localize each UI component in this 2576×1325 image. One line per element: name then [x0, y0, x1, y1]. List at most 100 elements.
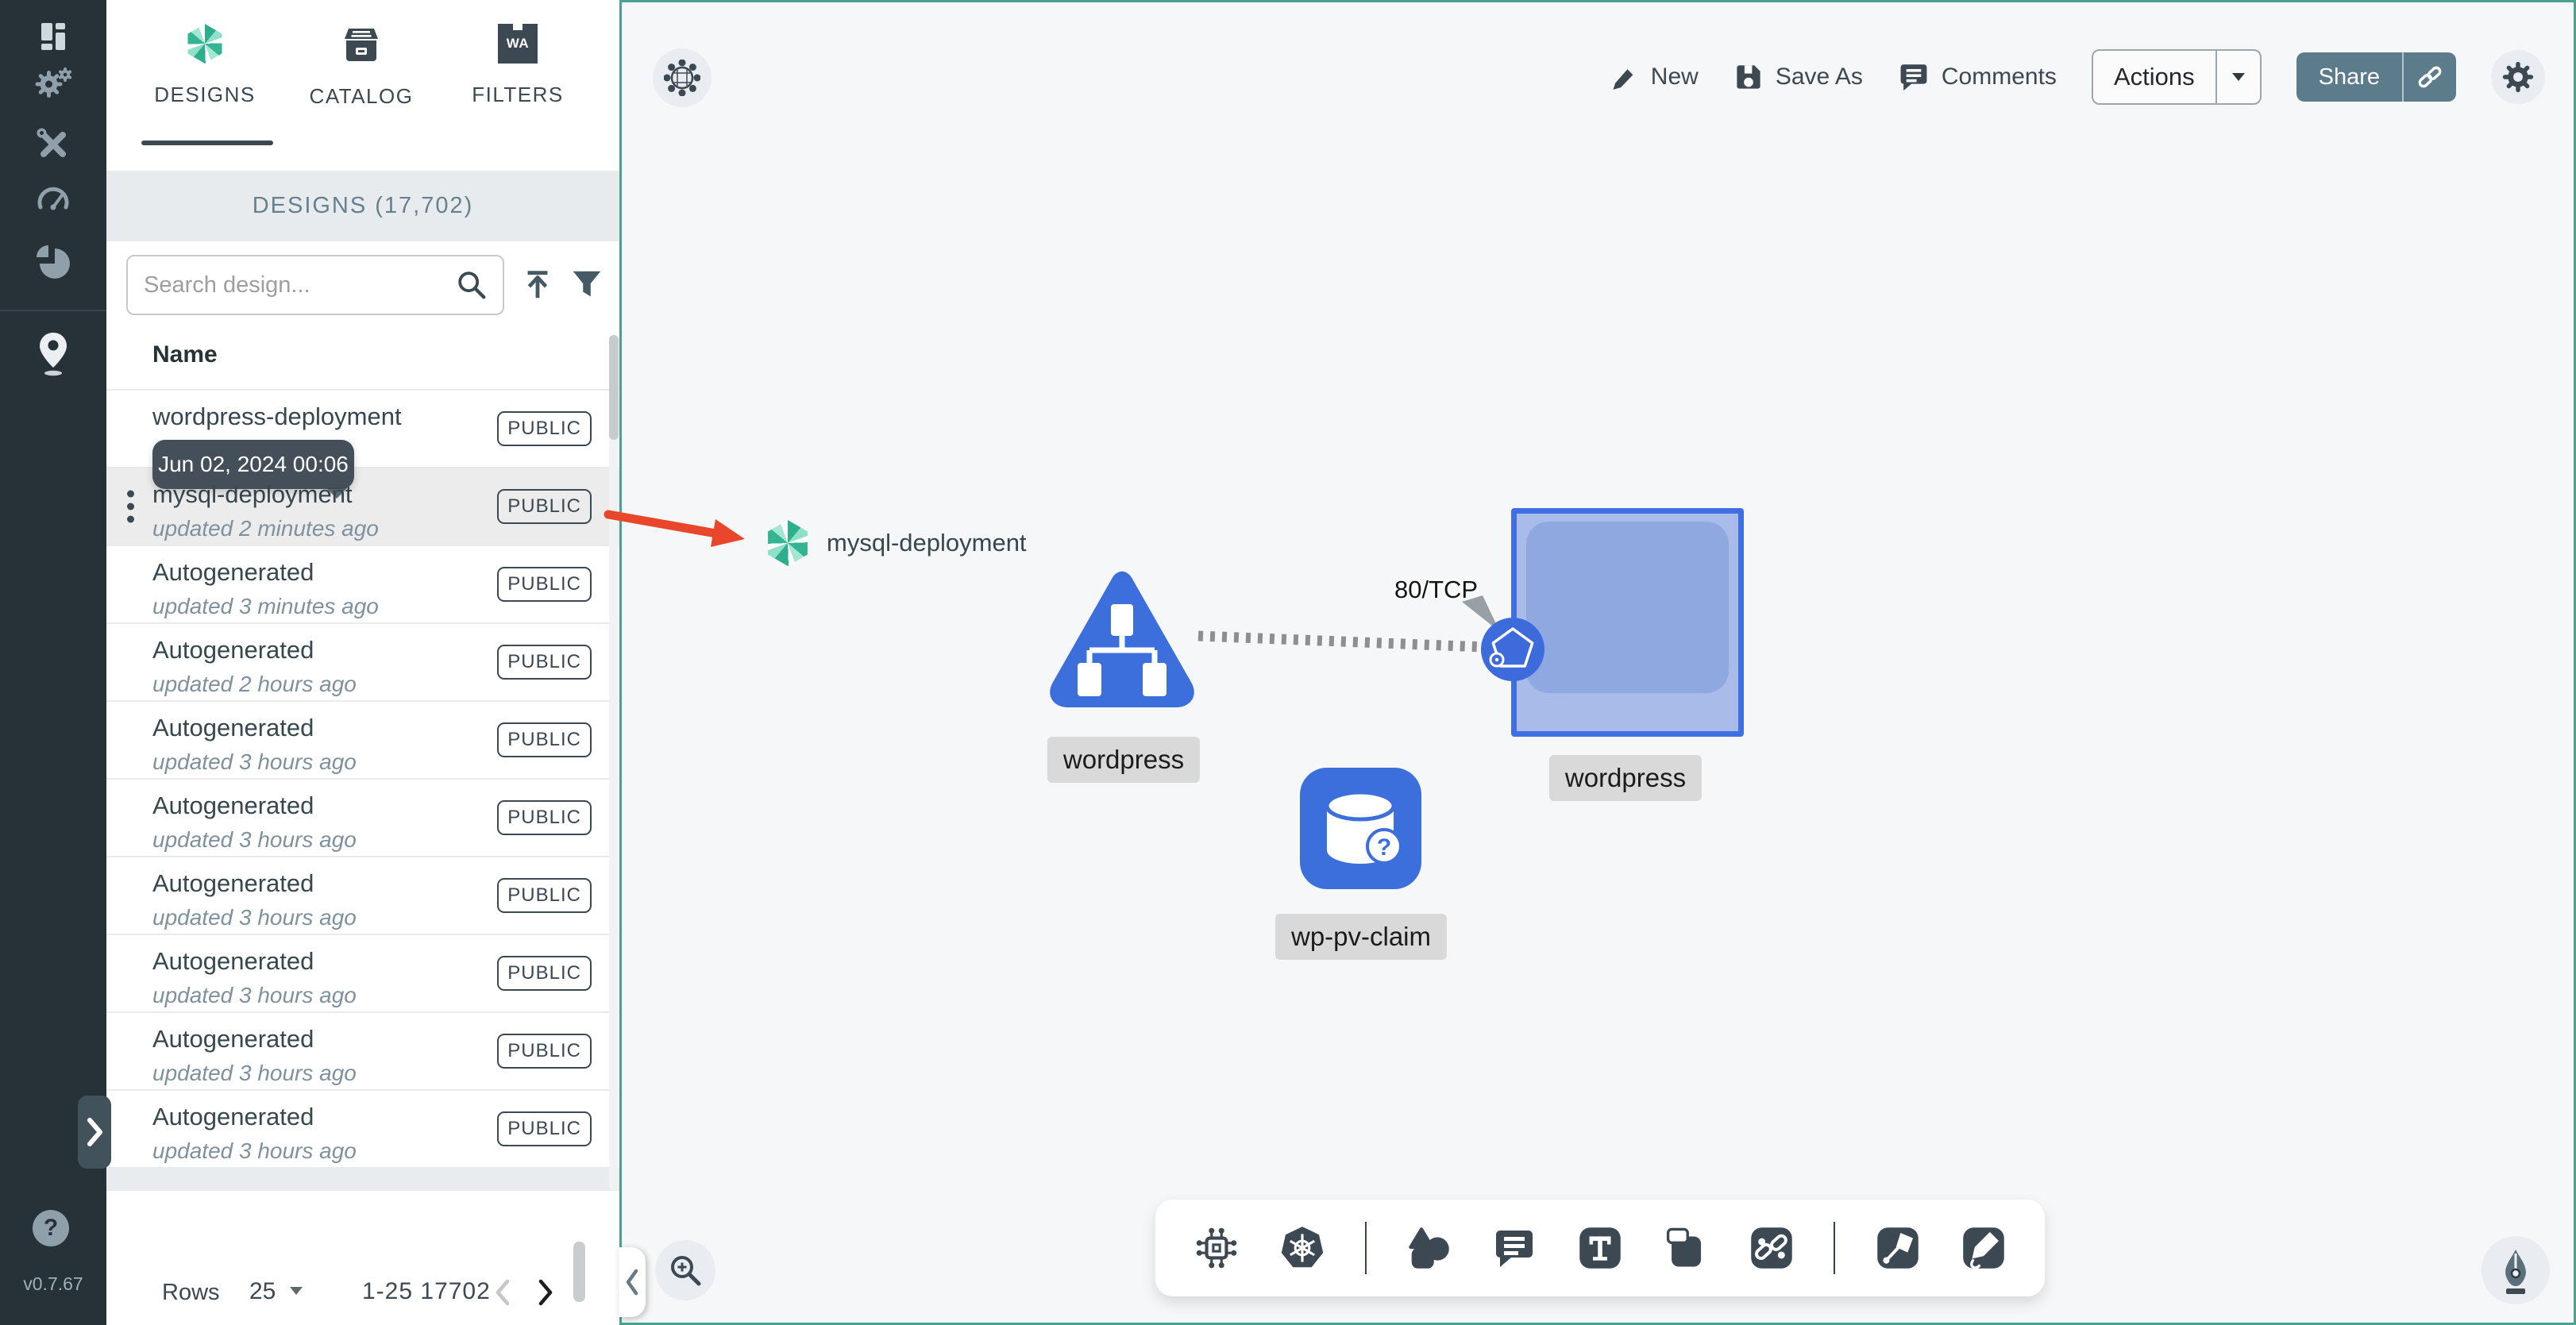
comments-button-label: Comments: [1941, 64, 2057, 90]
edge-port-label: 80/TCP: [1394, 576, 1479, 603]
design-row[interactable]: Autogenerated updated 3 hours ago PUBLIC: [106, 935, 619, 1013]
panel-collapse-flap[interactable]: [619, 1247, 646, 1317]
design-canvas[interactable]: New Save As Comments Actions Share mysql…: [619, 0, 2576, 1325]
design-row[interactable]: Autogenerated updated 3 hours ago PUBLIC: [106, 1013, 619, 1091]
wordpress-deployment-node[interactable]: [1511, 508, 1744, 737]
design-row[interactable]: Autogenerated updated 3 hours ago PUBLIC: [106, 780, 619, 857]
shapes-icon: [1409, 1227, 1450, 1269]
node-shape-tool[interactable]: [1663, 1225, 1709, 1271]
chevron-left-icon: [496, 1279, 510, 1306]
next-page-button[interactable]: [535, 1275, 556, 1314]
copy-link-button[interactable]: [2402, 52, 2456, 102]
share-split-button[interactable]: Share: [2296, 52, 2456, 102]
catalog-archive-icon: [345, 29, 378, 61]
design-row[interactable]: Autogenerated updated 2 hours ago PUBLIC: [106, 624, 619, 702]
layout-hub-button[interactable]: [653, 48, 711, 107]
publish-icon: [527, 271, 548, 299]
pen-mode-button[interactable]: [2482, 1236, 2550, 1304]
rows-per-page-select[interactable]: 25: [249, 1278, 276, 1305]
save-as-button[interactable]: Save As: [1733, 62, 1863, 92]
design-list: wordpress-deployment PUBLIC mysql-deployme…: [106, 389, 619, 1169]
gears-icon: [35, 67, 72, 98]
chevron-right-icon: [538, 1279, 553, 1306]
comment-icon: [1496, 1231, 1533, 1267]
visibility-badge: PUBLIC: [497, 645, 592, 680]
list-scrollbar-thumb[interactable]: [609, 335, 619, 440]
tab-catalog-label: CATALOG: [309, 84, 414, 108]
node-label: wordpress: [1047, 737, 1201, 783]
visibility-badge: PUBLIC: [497, 411, 592, 446]
design-row[interactable]: Autogenerated updated 3 hours ago PUBLIC: [106, 1091, 619, 1169]
visibility-badge: PUBLIC: [497, 567, 592, 602]
actions-button-label[interactable]: Actions: [2093, 51, 2215, 103]
service-edge[interactable]: [1197, 630, 1485, 653]
edge-draw-tool[interactable]: [1875, 1225, 1921, 1271]
filter-list-button[interactable]: [569, 267, 605, 303]
tab-filters[interactable]: WA FILTERS: [442, 24, 593, 107]
search-input[interactable]: [126, 255, 504, 315]
tab-designs-label: DESIGNS: [154, 83, 256, 106]
sidebar-item-configuration[interactable]: [33, 124, 74, 165]
meshery-logo-icon: [768, 520, 808, 566]
tab-designs[interactable]: DESIGNS: [129, 24, 280, 107]
toolbar-divider: [1834, 1222, 1836, 1274]
pencil-draw-icon: [1963, 1227, 2004, 1269]
sidebar-divider: [0, 310, 106, 311]
design-row[interactable]: Autogenerated updated 3 hours ago PUBLIC: [106, 702, 619, 780]
sidebar-expand-handle[interactable]: [78, 1096, 111, 1169]
chevron-down-icon: [290, 1287, 303, 1295]
kubernetes-tool[interactable]: [1279, 1225, 1325, 1271]
shapes-tool[interactable]: [1406, 1225, 1452, 1271]
link-icon: [2418, 66, 2442, 88]
text-icon: [1579, 1227, 1621, 1269]
updated-date-tooltip: Jun 02, 2024 00:06: [152, 440, 354, 499]
comments-button[interactable]: Comments: [1898, 61, 2057, 93]
actions-split-button[interactable]: Actions: [2091, 49, 2262, 105]
share-button-label[interactable]: Share: [2296, 52, 2402, 102]
port-badge[interactable]: [1481, 618, 1544, 681]
visibility-badge: PUBLIC: [497, 956, 592, 991]
app-sidebar: ? v0.7.67: [0, 0, 111, 1325]
list-scrollbar-track[interactable]: [609, 335, 619, 1191]
prev-page-button[interactable]: [492, 1275, 513, 1314]
kubernetes-icon: [1281, 1227, 1324, 1268]
active-tab-indicator: [141, 141, 273, 145]
zoom-in-button[interactable]: [655, 1240, 715, 1300]
wp-pv-claim-node[interactable]: ?: [1300, 768, 1421, 889]
panel-scrollbar-thumb[interactable]: [573, 1242, 585, 1302]
network-hub-icon: [664, 60, 700, 96]
canvas-design-item[interactable]: mysql-deployment: [765, 520, 1027, 566]
canvas-settings-button[interactable]: [2491, 50, 2545, 104]
link-tool[interactable]: [1749, 1225, 1795, 1271]
sidebar-item-dashboard[interactable]: [33, 16, 74, 57]
sidebar-item-meshmap[interactable]: [33, 329, 74, 378]
edge-pen-icon: [1877, 1227, 1919, 1269]
sidebar-item-lifecycle[interactable]: [33, 64, 74, 105]
filters-wasm-icon: WA: [498, 24, 538, 64]
help-button[interactable]: ?: [33, 1210, 69, 1246]
actions-dropdown-toggle[interactable]: [2215, 51, 2260, 103]
design-row[interactable]: Autogenerated updated 3 hours ago PUBLIC: [106, 857, 619, 935]
wordpress-service-node[interactable]: [1044, 564, 1200, 714]
unknown-glyph: ?: [1377, 834, 1391, 861]
new-button[interactable]: New: [1610, 63, 1699, 91]
tab-catalog[interactable]: CATALOG: [286, 24, 437, 109]
sidebar-item-performance[interactable]: [33, 179, 74, 221]
comment-tool[interactable]: [1491, 1225, 1537, 1271]
comments-icon: [1900, 64, 1927, 91]
design-row[interactable]: Autogenerated updated 3 minutes ago PUBLIC: [106, 546, 619, 624]
sidebar-item-extensions[interactable]: [33, 243, 74, 284]
service-triangle-icon: [1050, 571, 1194, 707]
upload-design-button[interactable]: [519, 267, 556, 303]
component-icon: [1196, 1227, 1237, 1269]
map-pin-icon: [40, 333, 67, 376]
gear-icon: [2502, 61, 2534, 93]
column-header-name: Name: [152, 341, 218, 368]
text-tool[interactable]: [1577, 1225, 1623, 1271]
component-tool[interactable]: [1194, 1225, 1240, 1271]
volume-claim-icon: ?: [1325, 790, 1402, 865]
new-button-label: New: [1650, 64, 1699, 90]
rows-per-page-caret[interactable]: [287, 1285, 305, 1301]
freehand-draw-tool[interactable]: [1961, 1225, 2007, 1271]
row-menu-icon[interactable]: [127, 490, 134, 523]
